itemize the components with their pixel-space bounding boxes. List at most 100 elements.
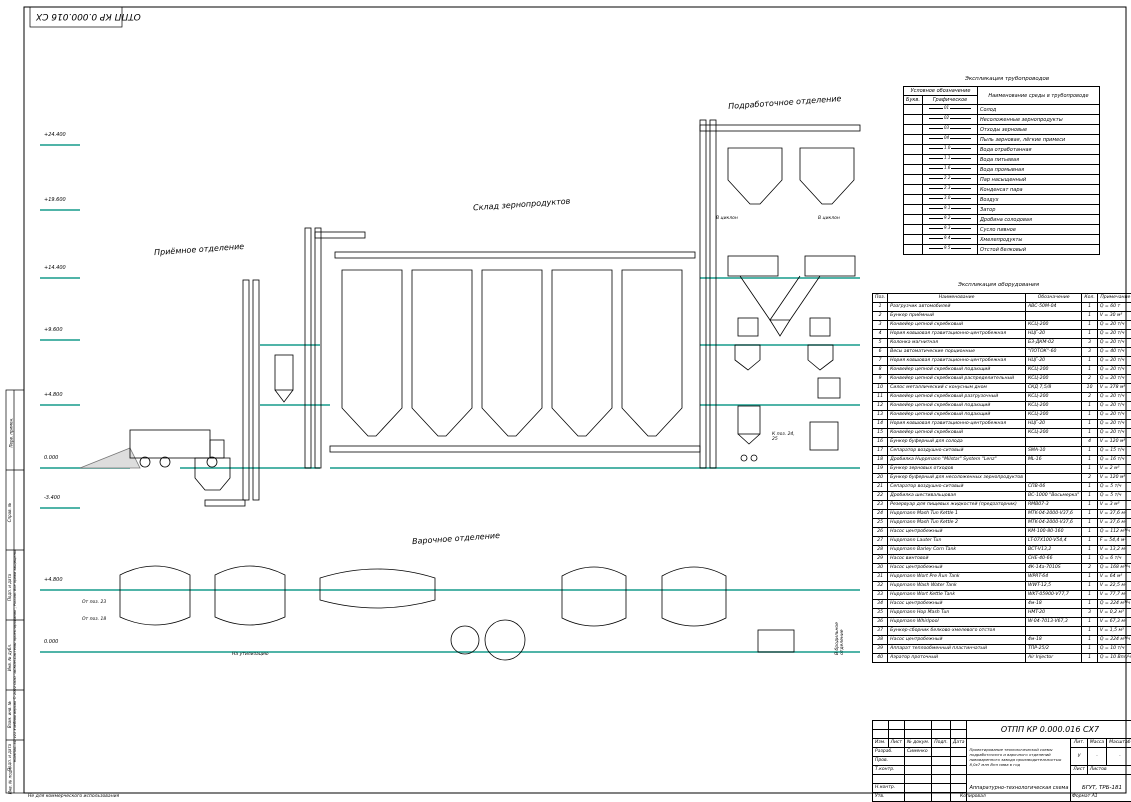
note-from-pos-23: От поз. 23 [82,600,106,605]
equipment-qty-cell: 1 [1082,654,1097,663]
equipment-name-cell: Конвейер цепной скребковый распределител… [888,375,1026,384]
legend-row: 9.5Отстой белковый [904,245,1100,255]
equipment-name-cell: Нория ковшовая гравитационно-центробежна… [888,330,1026,339]
margin-license: КОМПАС-3D v21 Учебная версия © 2022 ООО … [13,432,17,762]
equipment-qty-cell: 1 [1082,303,1097,312]
equipment-pos-cell: 18 [873,456,888,465]
equipment-table: Поз. Наименование Обозначение Кол. Приме… [872,293,1131,663]
level-label: -3.400 [44,495,60,501]
legend-graph-cell: 9.4 [923,235,978,245]
equipment-row: 12Конвейер цепной скребковый подающийКСЦ… [873,402,1131,411]
equipment-mark-cell: WPRT-64 [1025,573,1081,582]
equipment-note-cell: V = 67,3 м³ [1097,618,1131,627]
legend-graph-cell: 9.2 [923,215,978,225]
equipment-mark-cell [1025,627,1081,636]
legend-name-cell: Вода промывная [978,165,1100,175]
brew-vessel [215,566,285,625]
legend-row: 9.4Хмелепродукты [904,235,1100,245]
equipment-pos-cell: 31 [873,573,888,582]
stamp-sheet-header: Лист [1071,766,1087,775]
equipment-note-cell: Q = 224 м³/ч [1097,636,1131,645]
pipe-line-symbol: 9.2 [929,215,971,221]
level-label: +4.800 [44,392,63,398]
equipment-row: 37Бункер-сборник белково-хмелевого отсто… [873,627,1131,636]
equipment-pos-cell: 30 [873,564,888,573]
equipment-mark-cell: WKT-05900-V77,7 [1025,591,1081,600]
equipment-note-cell: Q = 40 т/ч [1097,348,1131,357]
equipment-qty-cell: 2 [1082,375,1097,384]
equipment-mark-cell: НЦГ-20 [1025,357,1081,366]
legend-name-cell: Сусло пивное [978,225,1100,235]
legend-row: 2.3Конденсат пара [904,185,1100,195]
equipment-row: 4Нория ковшовая гравитационно-центробежн… [873,330,1131,339]
equipment-name-cell: Бункер зерновых отходов [888,465,1026,474]
stamp-scale-header: Масштаб [1107,739,1131,748]
equipment-qty-cell: 1 [1082,456,1097,465]
equipment-pos-cell: 24 [873,510,888,519]
pipe-code: 3.0 [943,195,951,203]
equipment-note-cell: V = 37,6 м³ [1097,519,1131,528]
equipment-name-cell: Колонка магнитная [888,339,1026,348]
equipment-pos-cell: 4 [873,330,888,339]
legend-graph-cell: 2.2 [923,175,978,185]
equipment-qty-cell: 1 [1082,627,1097,636]
equipment-mark-cell [1025,312,1081,321]
stamp-lit-header: Лит. [1071,739,1087,748]
equipment-pos-cell: 16 [873,438,888,447]
legend-graph-cell: 01 [923,105,978,115]
legend-graph-cell: 3.0 [923,195,978,205]
equipment-name-cell: Бункер-сборник белково-хмелевого отстоя [888,627,1026,636]
equipment-name-cell: Бункер буферный для солода [888,438,1026,447]
equipment-mark-cell: ВС-1000 "Восьмерка" [1025,492,1081,501]
pipe-code: 02 [943,115,950,123]
equipment-row: 31Huppmann Wort Pre Run TankWPRT-641V = … [873,573,1131,582]
equipment-name-cell: Насос винтовой [888,555,1026,564]
legend-name-cell: Отстой белковый [978,245,1100,255]
equipment-pos-cell: 39 [873,645,888,654]
equipment-mark-cell: КСЦ-200 [1025,375,1081,384]
stamp-code: ОТПП КР 0.000.016 СХ7 [967,721,1131,739]
equipment-qty-cell: 1 [1082,312,1097,321]
legend-bukv-cell [904,165,923,175]
equipment-mark-cell: BCT-V13,2 [1025,546,1081,555]
equipment-qty-cell: 1 [1082,546,1097,555]
legend-name-cell: Пыль зерновая, лёгкие примеси [978,135,1100,145]
equipment-row: 33Huppmann Wort Kettle TankWKT-05900-V77… [873,591,1131,600]
equipment-row: 9Конвейер цепной скребковый распределите… [873,375,1131,384]
equipment-name-cell: Весы автоматические порционные [888,348,1026,357]
stamp-izm: Изм. [873,739,889,748]
equipment-name-cell: Силос металлический с конусным дном [888,384,1026,393]
equipment-mark-cell: КСЦ-200 [1025,321,1081,330]
equipment-note-cell: Q = 20 т/ч [1097,321,1131,330]
equipment-pos-cell: 17 [873,447,888,456]
silo [622,270,682,436]
equipment-note-cell: Q = 10 Впл/ч [1097,654,1131,663]
equipment-pos-cell: 10 [873,384,888,393]
equipment-row: 30Насос центробежный4К-14а-7010S2Q = 168… [873,564,1131,573]
equipment-name-cell: Конвейер цепной скребковый подающий [888,402,1026,411]
pipe-code: 2.3 [943,185,951,193]
pipe-code: 1.6 [943,165,951,173]
equipment-pos-cell: 32 [873,582,888,591]
silo [552,270,612,436]
eq-note-header: Примечание [1097,294,1131,303]
stamp-sheets-header: Листов [1087,766,1131,775]
equipment-name-cell: Huppmann Hop Mash Tun [888,609,1026,618]
legend-bukv-cell [904,235,923,245]
equipment-qty-cell: 1 [1082,573,1097,582]
equipment-row: 38Насос центробежный4м-181Q = 224 м³/ч [873,636,1131,645]
equipment-pos-cell: 35 [873,609,888,618]
legend-name-cell: Вода питьевая [978,155,1100,165]
equipment-name-cell: Huppmann Barley Corn Tank [888,546,1026,555]
stamp-description: Проектирование технологической схемы под… [967,739,1071,775]
equipment-name-cell: Huppmann Mash Tun Kettle 1 [888,510,1026,519]
pipe-line-symbol: 1.6 [929,165,971,171]
equipment-pos-cell: 12 [873,402,888,411]
equipment-pos-cell: 7 [873,357,888,366]
equipment-qty-cell: 1 [1082,483,1097,492]
legend-bukv-cell [904,215,923,225]
equipment-note-cell: Q = 20 т/ч [1097,393,1131,402]
legend-bukv-header: Букв. [904,96,923,105]
equipment-pos-cell: 19 [873,465,888,474]
margin-vzam-inv: Взам. инв. № [7,701,12,728]
